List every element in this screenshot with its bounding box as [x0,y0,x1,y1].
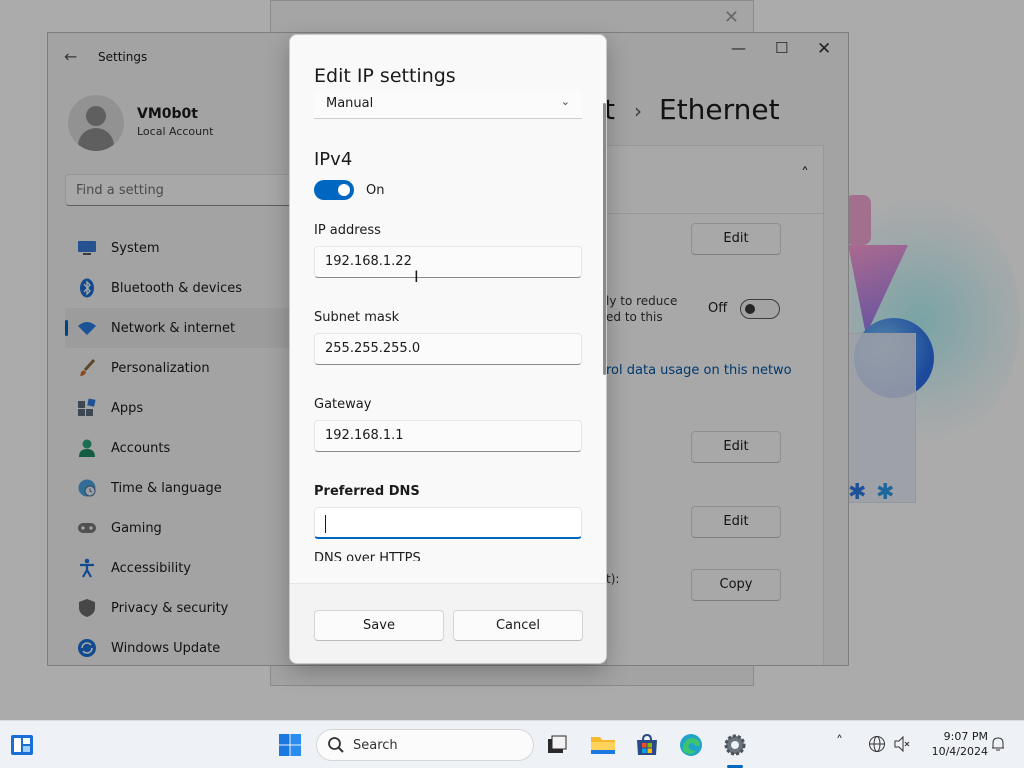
ip-mode-dropdown[interactable]: Manual ⌄ [314,91,582,119]
cancel-button[interactable]: Cancel [453,610,583,641]
edge-icon[interactable] [679,733,703,757]
file-explorer-icon[interactable] [590,733,615,757]
ipv4-heading: IPv4 [314,149,353,170]
taskbar: Search ˄ 9:07 PM 10/4/2024 [0,720,1024,768]
search-label: Search [353,738,398,753]
chevron-up-icon[interactable]: ˄ [836,734,843,750]
gateway-label: Gateway [314,397,372,412]
text-cursor-icon: I [414,267,419,286]
ipv4-toggle[interactable] [314,180,354,200]
clock[interactable]: 9:07 PM 10/4/2024 [928,729,988,759]
ip-address-field[interactable]: 192.168.1.22 [314,246,582,278]
ip-mode-value: Manual [326,96,374,111]
edit-ip-dialog: Edit IP settings Manual ⌄ IPv4 On IP add… [289,34,607,664]
globe-network-icon[interactable] [868,735,892,759]
ip-address-label: IP address [314,223,381,238]
notification-bell-icon[interactable] [989,735,1013,759]
search-icon [327,736,345,758]
clock-date: 10/4/2024 [931,745,988,758]
save-button[interactable]: Save [314,610,444,641]
text-caret [325,515,326,533]
dialog-content: Edit IP settings Manual ⌄ IPv4 On IP add… [290,35,606,583]
subnet-mask-label: Subnet mask [314,310,400,325]
settings-gear-icon[interactable] [723,733,747,757]
dialog-title: Edit IP settings [314,65,456,87]
chevron-down-icon: ⌄ [560,95,570,108]
preferred-dns-field[interactable] [314,507,582,539]
subnet-mask-field[interactable]: 255.255.255.0 [314,333,582,365]
dialog-footer: Save Cancel [290,583,606,663]
widgets-icon[interactable] [10,733,34,757]
speaker-muted-icon[interactable] [893,735,917,759]
start-icon[interactable] [278,733,302,757]
task-view-icon[interactable] [545,733,569,757]
ipv4-toggle-label: On [366,183,385,198]
microsoft-store-icon[interactable] [635,733,659,757]
dns-over-https-label: DNS over HTTPS [314,551,421,561]
toggle-knob [338,184,350,196]
taskbar-search[interactable]: Search [316,729,534,761]
gateway-field[interactable]: 192.168.1.1 [314,420,582,452]
clock-time: 9:07 PM [943,730,988,743]
preferred-dns-label: Preferred DNS [314,484,420,499]
dialog-scrollbar[interactable] [603,103,606,375]
